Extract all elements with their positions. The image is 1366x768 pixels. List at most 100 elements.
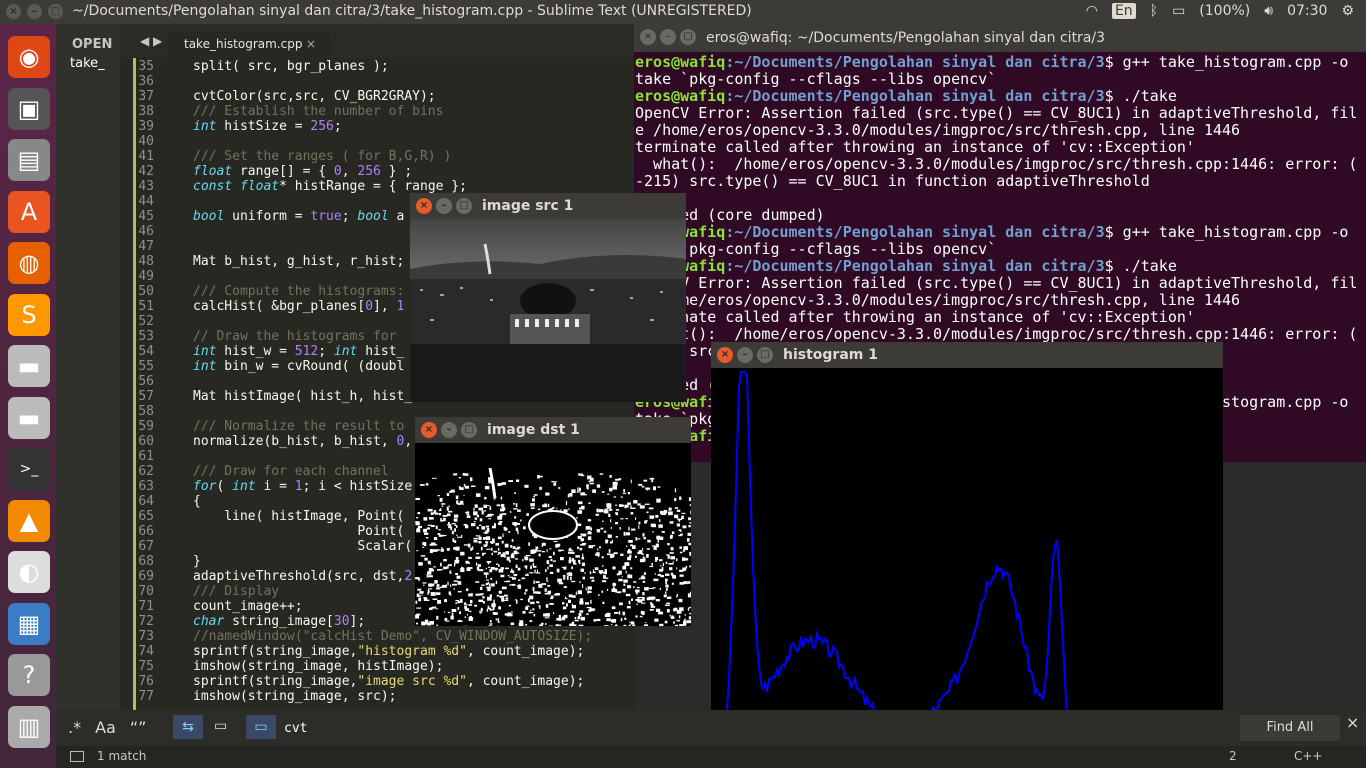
line-number: 52 [138,314,154,329]
code-line[interactable]: adaptiveThreshold(src, dst,2 [193,569,412,584]
code-line[interactable]: split( src, bgr_planes ); [193,59,389,74]
ubuntu-icon[interactable]: ◉ [8,36,50,78]
battery-percentage[interactable]: (100%) [1199,3,1250,19]
case-toggle[interactable]: Aa [95,718,116,737]
code-line[interactable]: Point( [193,524,404,539]
find-all-button[interactable]: Find All [1240,715,1340,741]
maximize-icon[interactable]: □ [757,347,773,363]
close-icon[interactable]: × [717,347,733,363]
sidebar-file-item[interactable]: take_ [70,56,105,71]
bluetooth-icon[interactable]: ᛒ [1150,3,1158,19]
line-number: 58 [138,404,154,419]
code-line[interactable]: for( int i = 1; i < histSize [193,479,412,494]
line-number: 68 [138,554,154,569]
terminal-icon[interactable]: >_ [8,448,50,490]
sublime-icon[interactable]: S [8,293,50,336]
code-line[interactable]: imshow(string_image, src); [193,689,397,704]
close-icon[interactable]: × [306,37,316,51]
close-icon[interactable]: × [640,29,656,45]
drive-icon[interactable]: ▬ [8,396,50,439]
software-center-icon[interactable]: A [8,190,50,233]
code-line[interactable]: } [193,554,201,569]
line-number: 60 [138,434,154,449]
highlight-matches-icon[interactable]: ▭ [246,715,276,739]
code-line[interactable]: Mat histImage( hist_h, hist_ [193,389,412,404]
panel-toggle-icon[interactable] [70,751,84,762]
code-line[interactable]: cvtColor(src,src, CV_BGR2GRAY); [193,89,436,104]
code-line[interactable]: int histSize = 256; [193,119,342,134]
code-line[interactable]: int hist_w = 512; int hist_ [193,344,404,359]
status-syntax[interactable]: C++ [1294,749,1323,763]
close-icon[interactable]: × [1346,713,1359,732]
code-line[interactable]: //namedWindow("calcHist Demo", CV_WINDOW… [193,629,592,644]
image-viewer-icon[interactable]: ▦ [8,602,50,645]
whole-word-toggle[interactable]: “” [130,718,147,737]
close-icon[interactable]: × [416,198,432,214]
wifi-icon[interactable]: ◠ [1086,3,1098,19]
maximize-icon[interactable]: □ [461,422,477,438]
code-line[interactable]: normalize(b_hist, b_hist, 0, [193,434,412,449]
keyboard-indicator[interactable]: En [1111,3,1136,19]
help-icon[interactable]: ? [8,654,50,696]
code-line[interactable]: sprintf(string_image,"histogram %d", cou… [193,644,584,659]
code-line[interactable]: Mat b_hist, g_hist, r_hist; [193,254,404,269]
terminal-titlebar: × – □ eros@wafiq: ~/Documents/Pengolahan… [634,24,1366,52]
workspace-icon[interactable]: ▣ [8,87,50,130]
image-src-window[interactable]: × – □ image src 1 [410,193,686,402]
close-icon[interactable]: × [421,422,437,438]
code-line[interactable]: bool uniform = true; bool a [193,209,404,224]
code-line[interactable]: const float* histRange = { range }; [193,179,467,194]
maximize-icon[interactable]: □ [48,4,63,19]
code-line[interactable]: /// Establish the number of bins [193,104,443,119]
find-input[interactable] [280,715,710,741]
terminal-line: terminate called after throwing an insta… [635,138,1195,156]
trash-icon[interactable]: ▥ [8,705,50,748]
window-controls: × – □ [6,4,63,19]
libreoffice-icon[interactable]: ◐ [8,551,50,593]
minimize-icon[interactable]: – [660,29,676,45]
wrap-toggle-icon[interactable]: ⇆ [173,715,203,739]
line-number: 48 [138,254,154,269]
regex-toggle[interactable]: .* [68,718,81,737]
code-line[interactable]: // Draw the histograms for [193,329,397,344]
code-line[interactable]: char string_image[30]; [193,614,365,629]
code-line[interactable]: Scalar( [193,539,412,554]
terminal-line: e /home/eros/opencv-3.3.0/modules/imgpro… [635,291,1241,309]
terminal-line: what(): /home/eros/opencv-3.3.0/modules/… [635,325,1358,343]
image-dst-window[interactable]: × – □ image dst 1 [415,417,691,626]
minimize-icon[interactable]: – [27,4,42,19]
terminal-line: e /home/eros/opencv-3.3.0/modules/imgpro… [635,121,1241,139]
code-line[interactable]: /// Draw for each channel [193,464,389,479]
firefox-icon[interactable]: ◍ [8,242,50,284]
code-line[interactable]: sprintf(string_image,"image src %d", cou… [193,674,584,689]
code-line[interactable]: /// Set the ranges ( for B,G,R) ) [193,149,451,164]
tab-take-histogram[interactable]: take_histogram.cpp × [168,32,330,58]
code-line[interactable]: /// Display [193,584,279,599]
code-line[interactable]: { [193,494,201,509]
close-icon[interactable]: × [6,4,21,19]
minimize-icon[interactable]: – [436,198,452,214]
minimize-icon[interactable]: – [737,347,753,363]
files-icon[interactable]: ▤ [8,139,50,181]
code-line[interactable]: count_image++; [193,599,303,614]
window-title: ~/Documents/Pengolahan sinyal dan citra/… [72,3,752,19]
volume-icon[interactable]: 🔊︎ [1264,3,1273,19]
in-selection-icon[interactable]: ▭ [214,718,227,734]
code-line[interactable]: calcHist( &bgr_planes[0], 1 [193,299,404,314]
histogram-window[interactable]: × – □ histogram 1 [711,342,1223,768]
drive-icon[interactable]: ▬ [8,345,50,387]
code-line[interactable]: /// Compute the histograms: [193,284,404,299]
code-line[interactable]: /// Normalize the result to [193,419,404,434]
code-line[interactable]: imshow(string_image, histImage); [193,659,443,674]
gear-icon[interactable]: ⚙ [1341,3,1354,19]
code-line[interactable]: float range[] = { 0, 256 } ; [193,164,412,179]
code-line[interactable]: line( histImage, Point( [193,509,404,524]
battery-icon[interactable]: ▭ [1172,3,1185,19]
line-number: 54 [138,344,154,359]
code-line[interactable]: int bin_w = cvRound( (doubl [193,359,404,374]
maximize-icon[interactable]: □ [456,198,472,214]
clock[interactable]: 07:30 [1287,3,1327,19]
maximize-icon[interactable]: □ [680,29,696,45]
vlc-icon[interactable]: ▲ [8,499,50,542]
minimize-icon[interactable]: – [441,422,457,438]
